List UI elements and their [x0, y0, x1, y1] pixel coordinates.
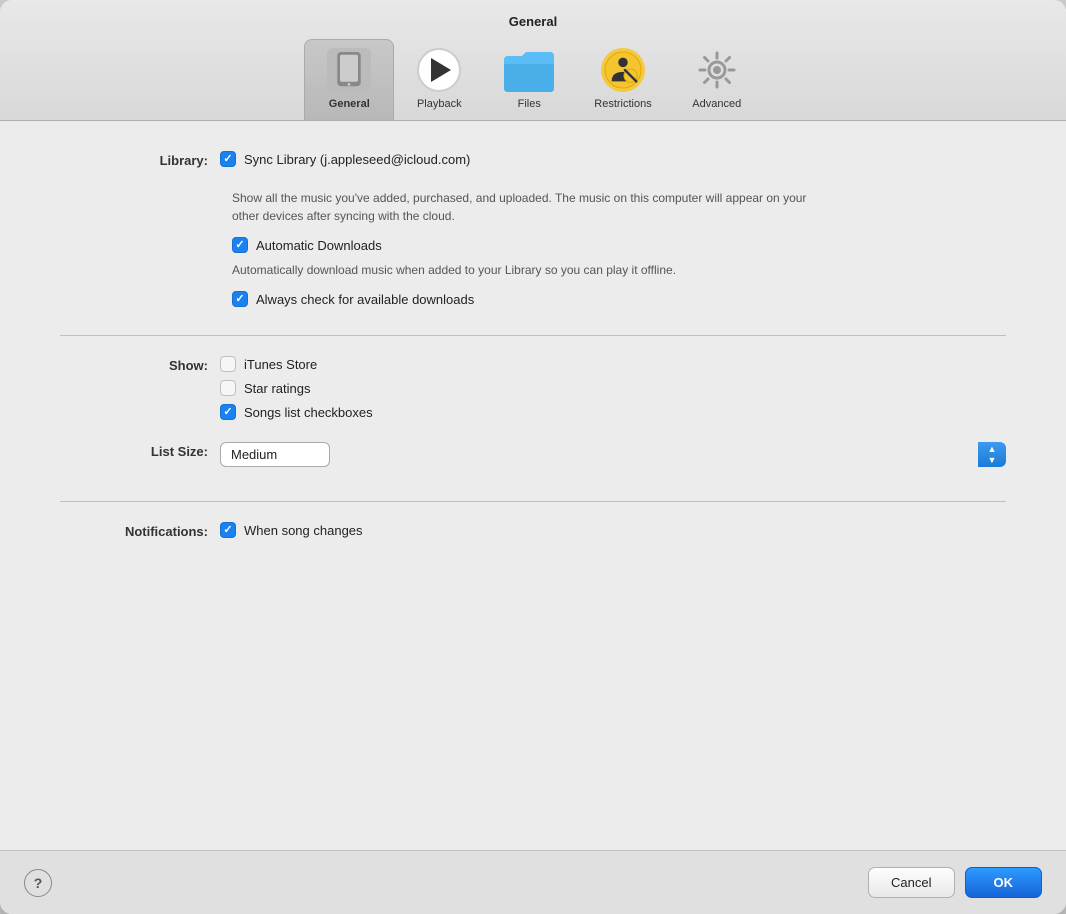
general-icon	[327, 48, 371, 92]
tab-playback-label: Playback	[417, 98, 462, 110]
window: General General Playback	[0, 0, 1066, 914]
star-ratings-checkbox-row: Star ratings	[220, 380, 1006, 396]
bottom-bar: ? Cancel OK	[0, 850, 1066, 914]
main-content: Library: Sync Library (j.appleseed@iclou…	[0, 121, 1066, 850]
tab-advanced[interactable]: Advanced	[672, 40, 762, 120]
ok-button[interactable]: OK	[965, 867, 1043, 898]
gear-svg-icon	[697, 50, 737, 90]
itunes-store-label: iTunes Store	[244, 357, 317, 372]
when-song-label: When song changes	[244, 523, 363, 538]
tab-general-label: General	[329, 98, 370, 110]
playback-icon	[417, 48, 461, 92]
always-check-row: Always check for available downloads	[232, 291, 1006, 307]
sync-library-checkbox[interactable]	[220, 151, 236, 167]
tab-files[interactable]: Files	[484, 42, 574, 120]
library-label: Library:	[60, 151, 220, 168]
list-size-select-container[interactable]: Small Medium Large ▲ ▼	[220, 442, 1006, 467]
sync-description: Show all the music you've added, purchas…	[232, 189, 812, 225]
itunes-store-checkbox[interactable]	[220, 356, 236, 372]
toolbar: General Playback Files	[264, 39, 801, 120]
play-triangle-icon	[431, 58, 451, 82]
library-content: Sync Library (j.appleseed@icloud.com)	[220, 151, 1006, 175]
tab-files-label: Files	[518, 98, 541, 110]
list-size-row: List Size: Small Medium Large ▲ ▼	[60, 442, 1006, 467]
auto-downloads-row: Automatic Downloads	[232, 237, 1006, 253]
sync-library-row: Sync Library (j.appleseed@icloud.com)	[220, 151, 1006, 167]
auto-downloads-checkbox[interactable]	[232, 237, 248, 253]
tab-advanced-label: Advanced	[692, 98, 741, 110]
tab-general[interactable]: General	[304, 39, 394, 120]
show-section: Show: iTunes Store Star ratings Songs li…	[60, 356, 1006, 502]
always-check-label: Always check for available downloads	[256, 292, 474, 307]
when-song-checkbox[interactable]	[220, 522, 236, 538]
songs-list-label: Songs list checkboxes	[244, 405, 373, 420]
show-label: Show:	[60, 356, 220, 373]
notifications-content: When song changes	[220, 522, 1006, 546]
restrictions-icon	[601, 48, 645, 92]
list-size-content: Small Medium Large ▲ ▼	[220, 442, 1006, 467]
advanced-icon	[695, 48, 739, 92]
restrictions-person-icon	[604, 51, 642, 89]
show-content: iTunes Store Star ratings Songs list che…	[220, 356, 1006, 428]
notifications-label: Notifications:	[60, 522, 220, 539]
songs-list-checkbox[interactable]	[220, 404, 236, 420]
list-size-select[interactable]: Small Medium Large	[220, 442, 330, 467]
files-icon	[504, 50, 554, 92]
button-group: Cancel OK	[868, 867, 1042, 898]
list-size-label: List Size:	[60, 442, 220, 459]
library-row: Library: Sync Library (j.appleseed@iclou…	[60, 151, 1006, 175]
songs-list-checkbox-row: Songs list checkboxes	[220, 404, 1006, 420]
auto-downloads-description: Automatically download music when added …	[232, 261, 812, 279]
select-arrows-icon: ▲ ▼	[978, 442, 1006, 467]
titlebar: General General Playback	[0, 0, 1066, 121]
sync-library-label: Sync Library (j.appleseed@icloud.com)	[244, 152, 470, 167]
star-ratings-label: Star ratings	[244, 381, 310, 396]
notifications-row: Notifications: When song changes	[60, 522, 1006, 546]
itunes-store-checkbox-row: iTunes Store	[220, 356, 1006, 372]
library-section: Library: Sync Library (j.appleseed@iclou…	[60, 151, 1006, 336]
arrow-down-icon: ▼	[988, 456, 997, 465]
window-title: General	[509, 14, 557, 29]
auto-downloads-label: Automatic Downloads	[256, 238, 382, 253]
phone-svg-icon	[334, 52, 364, 88]
cancel-button[interactable]: Cancel	[868, 867, 954, 898]
tab-playback[interactable]: Playback	[394, 40, 484, 120]
tab-restrictions-label: Restrictions	[594, 98, 651, 110]
itunes-store-row: Show: iTunes Store Star ratings Songs li…	[60, 356, 1006, 428]
tab-restrictions[interactable]: Restrictions	[574, 40, 671, 120]
notifications-section: Notifications: When song changes	[60, 522, 1006, 580]
always-check-checkbox[interactable]	[232, 291, 248, 307]
arrow-up-icon: ▲	[988, 445, 997, 454]
help-button[interactable]: ?	[24, 869, 52, 897]
star-ratings-checkbox[interactable]	[220, 380, 236, 396]
when-song-row: When song changes	[220, 522, 1006, 538]
